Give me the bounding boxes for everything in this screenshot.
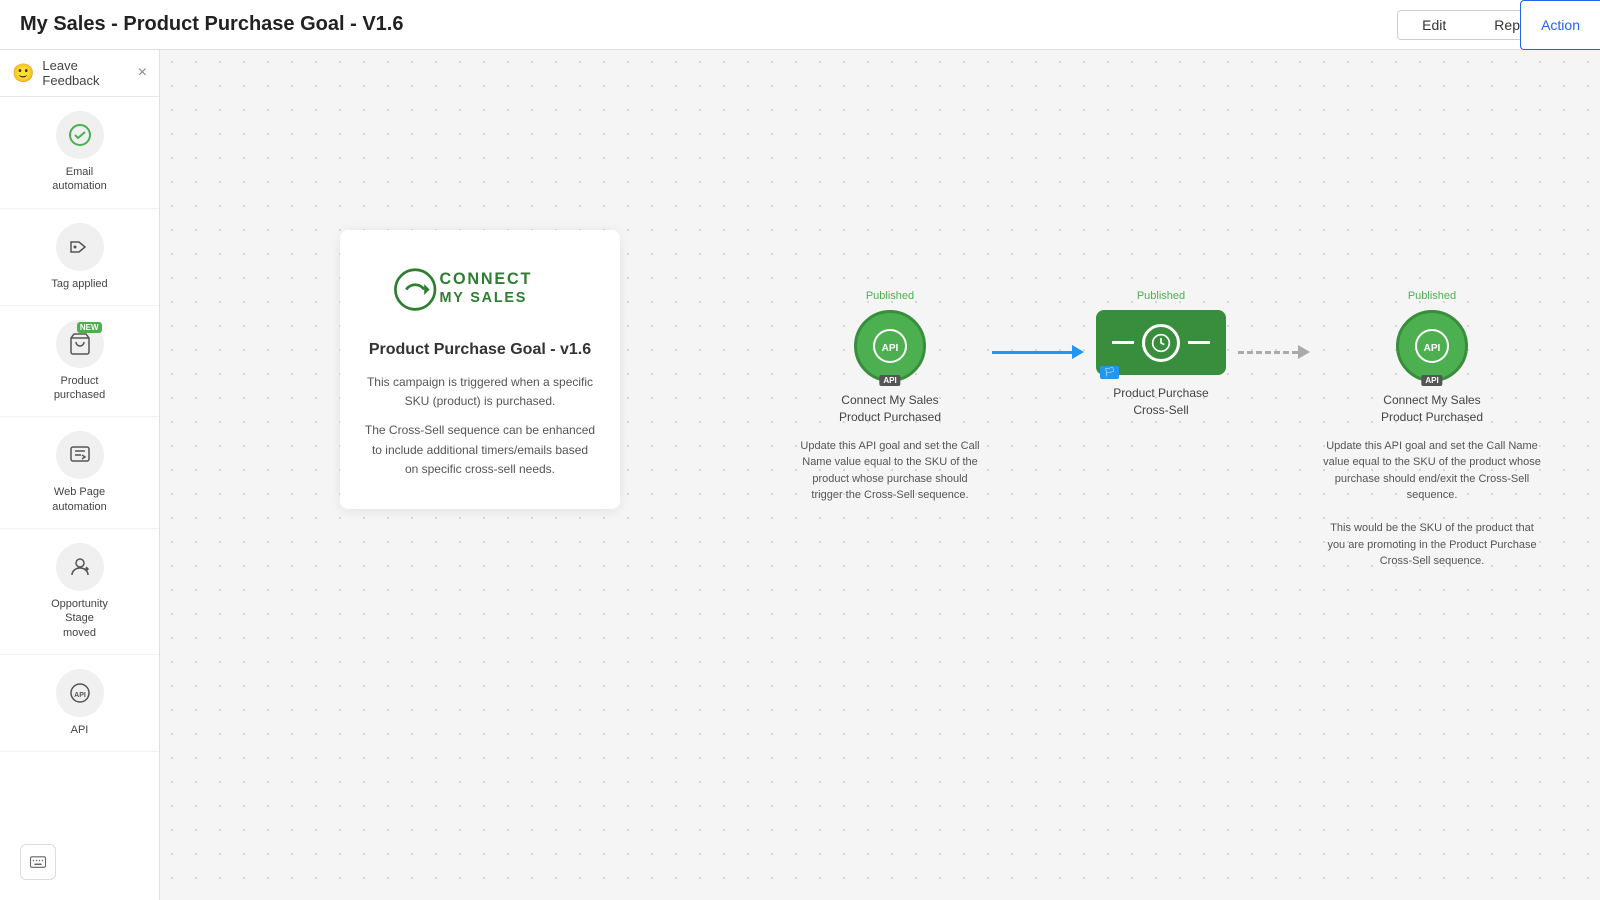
timer-right-dash [1188,341,1210,344]
sidebar-item-opportunity-stage[interactable]: OpportunityStagemoved [0,529,159,655]
keyboard-icon-button[interactable] [20,844,56,880]
main-layout: 🙂 Leave Feedback × Emailautomation [0,50,1600,900]
campaign-info-box: CONNECT MY SALES Product Purchase Goal -… [340,230,620,509]
timer-clock [1142,324,1180,362]
email-automation-icon [56,111,104,159]
node3-status: Published [1408,290,1456,302]
sidebar-items-list: Emailautomation Tag applied [0,97,159,752]
arrow-1 [980,345,1096,359]
node1-wrapper: API API [854,310,926,382]
node2-flag: 🏳 [1100,366,1119,379]
page-title: My Sales - Product Purchase Goal - V1.6 [20,13,403,36]
arrow-2 [1226,345,1322,359]
feedback-close-button[interactable]: × [138,64,147,82]
flow-node-2[interactable]: Published 🏳 Product Purch [1096,290,1226,419]
flow-node-3[interactable]: Published API API Connect My SalesProduc… [1322,290,1542,570]
leave-feedback-btn[interactable]: 🙂 Leave Feedback [12,58,138,88]
svg-text:API: API [882,343,899,354]
node3-label: Connect My SalesProduct Purchased [1381,392,1483,426]
edit-button[interactable]: Edit [1398,11,1470,39]
node1-api-label: API [879,375,900,386]
tag-applied-icon [56,223,104,271]
api-icon: API [56,669,104,717]
campaign-title: Product Purchase Goal - v1.6 [364,341,596,359]
new-badge-product: NEW [77,322,102,333]
node1-status: Published [866,290,914,302]
svg-text:CONNECT: CONNECT [440,270,533,288]
sidebar-item-email-automation[interactable]: Emailautomation [0,97,159,209]
sidebar-item-api[interactable]: API API [0,655,159,752]
opportunity-stage-icon [56,543,104,591]
flow-node-1[interactable]: Published API API Connect My SalesProduc… [800,290,980,504]
arrowhead-2 [1298,345,1310,359]
flow-area: Published API API Connect My SalesProduc… [800,290,1542,570]
svg-text:API: API [74,692,86,699]
sidebar-item-product-purchased[interactable]: NEW Productpurchased [0,306,159,418]
sidebar-item-web-page[interactable]: Web Pageautomation [0,417,159,529]
timer-left-dash [1112,341,1134,344]
header: My Sales - Product Purchase Goal - V1.6 … [0,0,1600,50]
arrow-line-1 [992,351,1072,354]
node2-wrapper: 🏳 [1096,310,1226,375]
arrowhead-1 [1072,345,1084,359]
arrow-line-2 [1238,351,1298,354]
canvas: CONNECT MY SALES Product Purchase Goal -… [160,50,1600,900]
campaign-desc1: This campaign is triggered when a specif… [364,373,596,411]
sidebar: 🙂 Leave Feedback × Emailautomation [0,50,160,900]
node1-label: Connect My SalesProduct Purchased [839,392,941,426]
node3-circle: API [1396,310,1468,382]
feedback-bar: 🙂 Leave Feedback × [0,50,159,97]
product-purchased-icon: NEW [56,320,104,368]
feedback-label: Leave Feedback [42,58,137,88]
campaign-desc2: The Cross-Sell sequence can be enhanced … [364,421,596,479]
node3-wrapper: API API [1396,310,1468,382]
sidebar-item-label-api: API [71,723,89,737]
node1-desc: Update this API goal and set the Call Na… [800,438,980,504]
node2-status: Published [1137,290,1185,302]
sidebar-item-label-tag: Tag applied [51,277,107,291]
node3-desc: Update this API goal and set the Call Na… [1322,438,1542,570]
web-page-icon [56,431,104,479]
sidebar-item-label-product: Productpurchased [54,374,105,403]
svg-text:API: API [1424,343,1441,354]
sidebar-item-label-web: Web Pageautomation [52,485,106,514]
campaign-logo: CONNECT MY SALES [364,260,596,325]
header-right: Action [1520,0,1600,50]
sidebar-item-tag-applied[interactable]: Tag applied [0,209,159,306]
node3-api-label: API [1421,375,1442,386]
sidebar-item-label-opportunity: OpportunityStagemoved [51,597,108,640]
sidebar-item-label-email: Emailautomation [52,165,106,194]
action-button[interactable]: Action [1520,0,1600,50]
feedback-icon: 🙂 [12,63,34,84]
node2-label: Product PurchaseCross-Sell [1113,385,1208,419]
node1-circle: API [854,310,926,382]
svg-text:MY SALES: MY SALES [440,290,528,306]
